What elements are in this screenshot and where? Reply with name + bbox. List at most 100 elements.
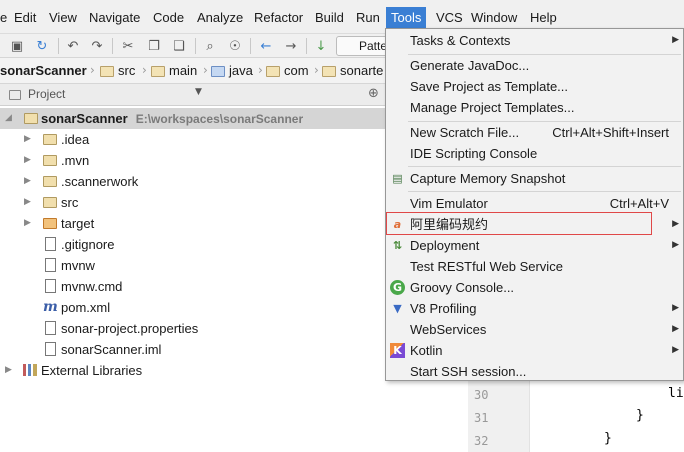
menu-item-groovy-console[interactable]: G Groovy Console... xyxy=(386,277,683,298)
menu-item-start-ssh-session[interactable]: Start SSH session... xyxy=(386,361,683,382)
collapsed-arrow-icon[interactable]: ▶ xyxy=(24,129,31,150)
tree-label: src xyxy=(61,195,79,210)
expanded-arrow-icon[interactable]: ◢ xyxy=(5,108,12,129)
collapsed-arrow-icon[interactable]: ▶ xyxy=(24,192,31,213)
collapsed-arrow-icon[interactable]: ▶ xyxy=(24,171,31,192)
tree-item-iml[interactable]: sonarScanner.iml xyxy=(0,339,386,360)
menu-item-save-project-template[interactable]: Save Project as Template... xyxy=(386,76,683,97)
breadcrumb-item-main[interactable]: main xyxy=(151,63,197,79)
menu-item-v8-profiling[interactable]: ▼ V8 Profiling ▶ xyxy=(386,298,683,319)
tree-item-external-libraries[interactable]: ▶ External Libraries xyxy=(0,360,386,381)
tree-item-mvnw[interactable]: mvnw xyxy=(0,255,386,276)
menu-item-vim-emulator[interactable]: Vim Emulator Ctrl+Alt+V xyxy=(386,193,683,214)
menu-item-tasks-contexts[interactable]: Tasks & Contexts ▶ xyxy=(386,30,683,51)
tree-item-pom[interactable]: m pom.xml xyxy=(0,297,386,318)
menu-item-capture-memory-snapshot[interactable]: ▤ Capture Memory Snapshot xyxy=(386,168,683,189)
breadcrumb-item-com[interactable]: com xyxy=(266,63,309,79)
menu-analyze[interactable]: Analyze xyxy=(197,9,243,27)
toolbar-separator xyxy=(112,38,113,54)
save-icon[interactable]: ▣ xyxy=(8,37,26,55)
back-icon[interactable]: ← xyxy=(257,37,275,55)
toolbar-separator xyxy=(195,38,196,54)
menu-item-webservices[interactable]: WebServices ▶ xyxy=(386,319,683,340)
paste-icon[interactable]: ❑ xyxy=(170,37,188,55)
properties-file-icon xyxy=(45,321,56,335)
menu-edit[interactable]: Edit xyxy=(14,9,36,27)
chevron-down-icon[interactable]: ▼ xyxy=(195,87,202,97)
breadcrumb-separator: › xyxy=(258,63,263,77)
menu-item-label: IDE Scripting Console xyxy=(410,146,538,161)
project-panel-header: Project ▼ ⊕ xyxy=(0,84,386,106)
menu-item-label: Start SSH session... xyxy=(410,364,527,379)
menu-item-kotlin[interactable]: K Kotlin ▶ xyxy=(386,340,683,361)
menu-run[interactable]: Run xyxy=(356,9,380,27)
collapsed-arrow-icon[interactable]: ▶ xyxy=(24,213,31,234)
menu-file[interactable]: e xyxy=(0,9,7,27)
menu-refactor[interactable]: Refactor xyxy=(254,9,303,27)
menu-item-test-restful[interactable]: Test RESTful Web Service xyxy=(386,256,683,277)
breadcrumb-separator: › xyxy=(314,63,319,77)
menu-tools[interactable]: Tools xyxy=(386,7,427,29)
tree-label: mvnw.cmd xyxy=(61,279,123,294)
tree-item-mvnw-cmd[interactable]: mvnw.cmd xyxy=(0,276,386,297)
line-number: 30 xyxy=(474,388,489,402)
menu-item-label: Tasks & Contexts xyxy=(410,33,511,48)
build-icon[interactable]: ↓ xyxy=(312,37,330,55)
breadcrumb-separator: › xyxy=(203,63,208,77)
menu-window[interactable]: Window xyxy=(471,9,517,27)
breadcrumb-label: src xyxy=(118,63,136,78)
breadcrumb-item-sonarte[interactable]: sonarte xyxy=(322,63,383,79)
code-line[interactable]: } xyxy=(636,408,644,423)
deployment-icon: ⇅ xyxy=(392,239,403,252)
file-icon xyxy=(45,237,56,251)
tree-item-sonar-properties[interactable]: sonar-project.properties xyxy=(0,318,386,339)
menu-view[interactable]: View xyxy=(49,9,77,27)
code-line[interactable]: li xyxy=(668,386,684,401)
menu-item-label: Groovy Console... xyxy=(410,280,515,295)
collapsed-arrow-icon[interactable]: ▶ xyxy=(5,360,12,381)
breadcrumb-separator: › xyxy=(90,63,95,77)
root-path: E:\workspaces\sonarScanner xyxy=(135,112,304,126)
tree-label: .scannerwork xyxy=(61,174,139,189)
breadcrumb-label: sonarte xyxy=(340,63,384,78)
breadcrumb-item-src[interactable]: src xyxy=(100,63,135,79)
project-panel-title[interactable]: Project xyxy=(28,87,65,101)
menu-help[interactable]: Help xyxy=(530,9,557,27)
menu-item-shortcut: Ctrl+Alt+Shift+Insert xyxy=(552,125,669,140)
tree-item-idea[interactable]: ▶ .idea xyxy=(0,129,386,150)
find-icon[interactable]: ⌕ xyxy=(201,37,219,55)
tree-item-gitignore[interactable]: .gitignore xyxy=(0,234,386,255)
breadcrumb-label: main xyxy=(169,63,198,78)
folder-icon xyxy=(322,65,336,77)
menu-navigate[interactable]: Navigate xyxy=(89,9,140,27)
v8-icon: ▼ xyxy=(393,302,402,315)
menu-item-new-scratch-file[interactable]: New Scratch File... Ctrl+Alt+Shift+Inser… xyxy=(386,122,683,143)
menu-build[interactable]: Build xyxy=(315,9,344,27)
breadcrumb-item-java[interactable]: java xyxy=(211,63,253,79)
gear-icon[interactable]: ⊕ xyxy=(368,86,379,101)
tree-root-row[interactable]: ◢ sonarScanner E:\workspaces\sonarScanner xyxy=(0,108,386,129)
code-line[interactable]: } xyxy=(604,431,612,446)
folder-icon xyxy=(43,176,57,187)
tree-item-mvn[interactable]: ▶ .mvn xyxy=(0,150,386,171)
menu-item-deployment[interactable]: ⇅ Deployment ▶ xyxy=(386,235,683,256)
copy-icon[interactable]: ❐ xyxy=(145,37,163,55)
replace-icon[interactable]: ☉ xyxy=(226,37,244,55)
menu-vcs[interactable]: VCS xyxy=(436,9,463,27)
breadcrumb-item-sonarScanner[interactable]: sonarScanner xyxy=(0,63,87,79)
tree-item-src[interactable]: ▶ src xyxy=(0,192,386,213)
kotlin-icon: K xyxy=(390,343,405,358)
menu-item-manage-project-templates[interactable]: Manage Project Templates... xyxy=(386,97,683,118)
tree-item-target[interactable]: ▶ target xyxy=(0,213,386,234)
cut-icon[interactable]: ✂ xyxy=(119,37,137,55)
menu-item-ide-scripting-console[interactable]: IDE Scripting Console xyxy=(386,143,683,164)
undo-icon[interactable]: ↶ xyxy=(64,37,82,55)
redo-icon[interactable]: ↷ xyxy=(88,37,106,55)
menu-item-label: Vim Emulator xyxy=(410,196,488,211)
sync-icon[interactable]: ↻ xyxy=(33,37,51,55)
collapsed-arrow-icon[interactable]: ▶ xyxy=(24,150,31,171)
tree-item-scannerwork[interactable]: ▶ .scannerwork xyxy=(0,171,386,192)
menu-item-generate-javadoc[interactable]: Generate JavaDoc... xyxy=(386,55,683,76)
menu-code[interactable]: Code xyxy=(153,9,184,27)
forward-icon[interactable]: → xyxy=(282,37,300,55)
